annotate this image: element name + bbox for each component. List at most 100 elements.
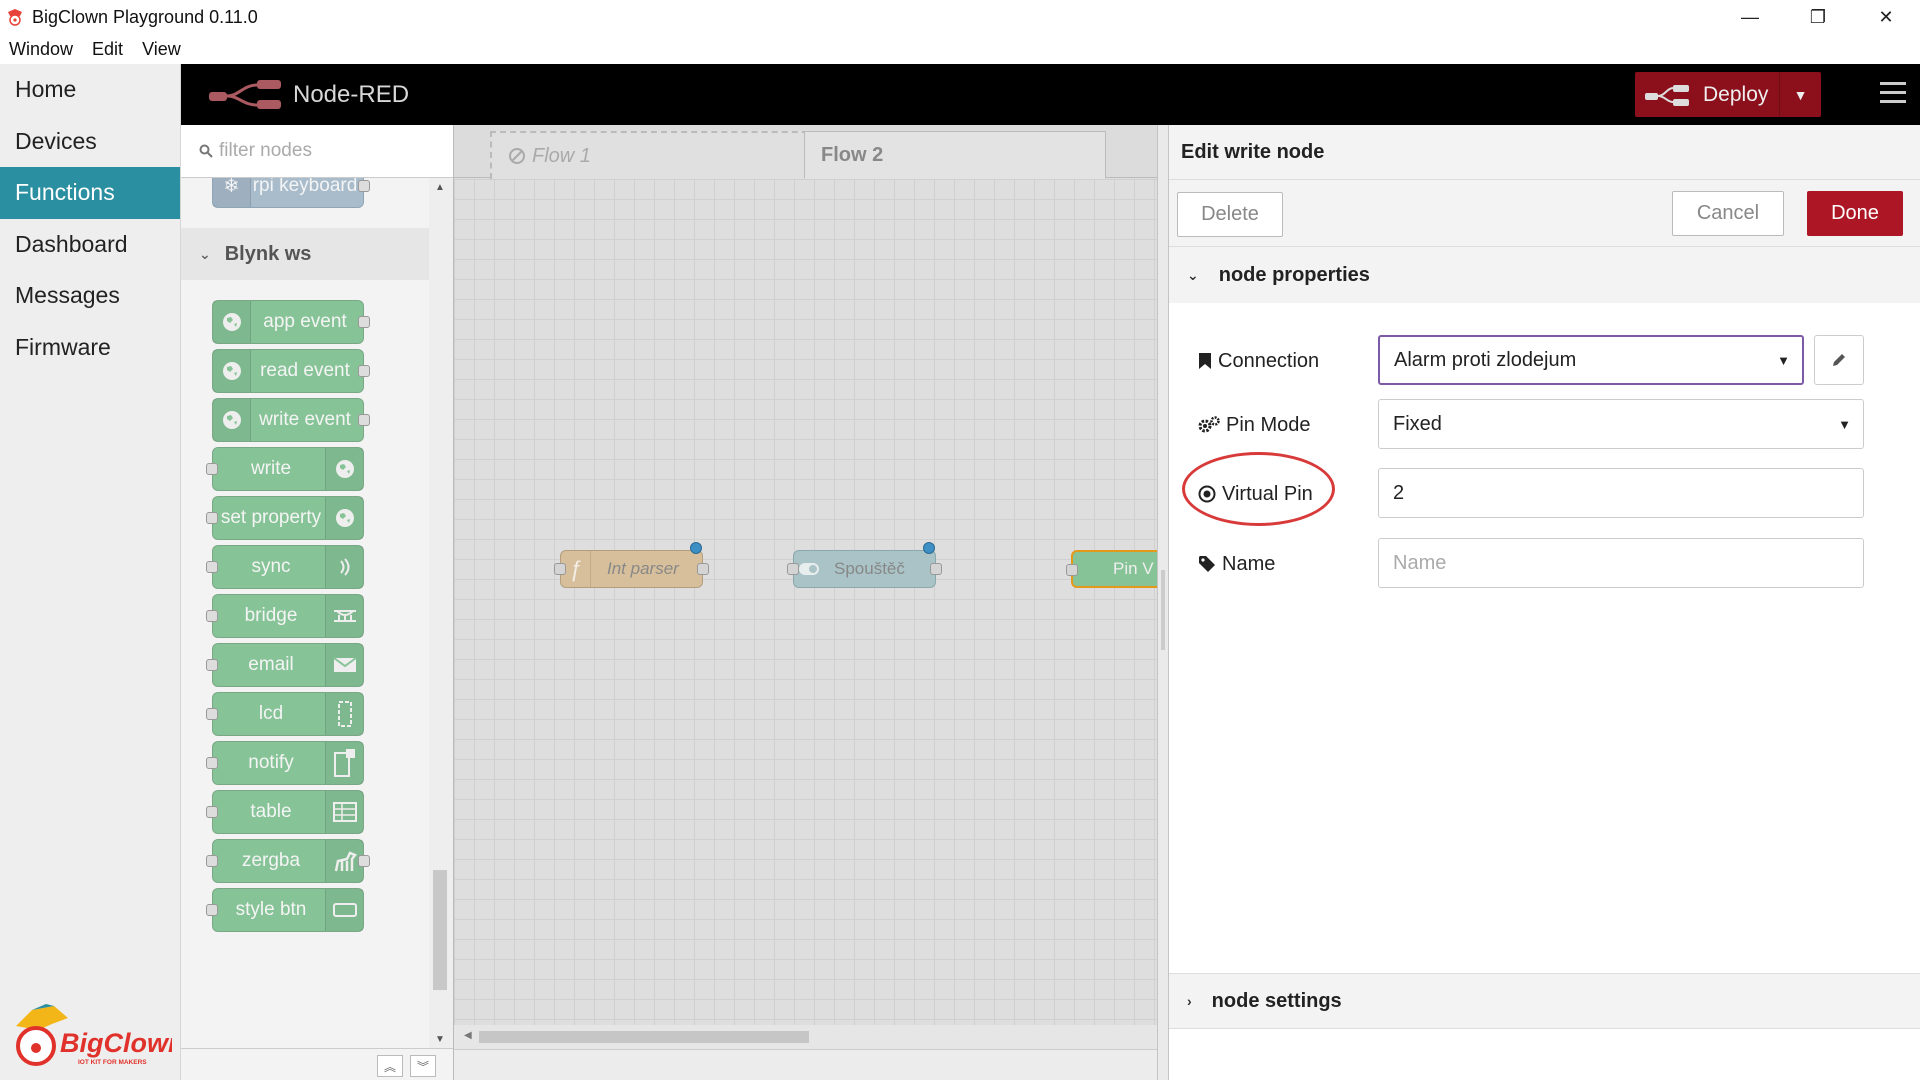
palette-node-set-property[interactable]: set property bbox=[206, 496, 364, 540]
nav-dashboard[interactable]: Dashboard bbox=[0, 219, 180, 271]
table-icon bbox=[325, 791, 363, 833]
virtual-pin-input[interactable]: 2 bbox=[1378, 468, 1864, 518]
section-node-settings[interactable]: › node settings bbox=[1169, 973, 1920, 1029]
deploy-button[interactable]: Deploy ▼ bbox=[1635, 72, 1821, 117]
row-pin-mode: Pin Mode Fixed ▼ bbox=[1198, 399, 1898, 451]
nav-home[interactable]: Home bbox=[0, 64, 180, 116]
workspace-scroll-thumb[interactable] bbox=[479, 1031, 809, 1043]
bridge-icon bbox=[325, 595, 363, 637]
deploy-label: Deploy bbox=[1703, 82, 1769, 106]
input-port bbox=[1066, 564, 1078, 576]
delete-button[interactable]: Delete bbox=[1177, 192, 1283, 237]
edit-node-tray: Edit write node Delete Cancel Done ⌄ nod… bbox=[1169, 125, 1920, 1080]
gears-icon bbox=[1198, 416, 1220, 433]
tab-flow-2[interactable]: Flow 2 bbox=[804, 131, 1106, 179]
output-port bbox=[358, 316, 370, 328]
input-port bbox=[206, 561, 218, 573]
output-port bbox=[358, 180, 370, 192]
palette-node-zergba[interactable]: zergba bbox=[206, 839, 370, 883]
palette-node-style-btn[interactable]: style btn bbox=[206, 888, 364, 932]
input-port bbox=[206, 806, 218, 818]
nodered-header: Node-RED Deploy ▼ bbox=[181, 64, 1920, 125]
bigclown-app-icon bbox=[8, 9, 22, 26]
edit-connection-button[interactable] bbox=[1814, 335, 1864, 385]
palette-footer: ︽ ︾ bbox=[181, 1048, 453, 1080]
flow-node-pin-v[interactable]: Pin V bbox=[1066, 550, 1157, 588]
menu-window[interactable]: Window bbox=[9, 39, 73, 60]
palette-node-write[interactable]: write bbox=[206, 447, 364, 491]
scroll-left-icon[interactable]: ◀ bbox=[464, 1030, 472, 1041]
workspace-grid[interactable]: ƒ Int parser Spouštěč Pin V bbox=[454, 179, 1157, 1025]
nav-messages[interactable]: Messages bbox=[0, 270, 180, 322]
pin-mode-label: Pin Mode bbox=[1198, 399, 1311, 451]
globe-icon bbox=[213, 301, 251, 343]
palette-node-sync[interactable]: sync bbox=[206, 545, 364, 589]
output-port bbox=[358, 855, 370, 867]
pencil-icon bbox=[1833, 354, 1845, 366]
palette-node-rpi-keyboard[interactable]: ❄ rpi keyboard bbox=[212, 178, 370, 208]
section-node-properties[interactable]: ⌄ node properties bbox=[1169, 247, 1920, 303]
close-button[interactable]: ✕ bbox=[1852, 0, 1920, 34]
palette-node-bridge[interactable]: bridge bbox=[206, 594, 364, 638]
deploy-icon bbox=[1645, 84, 1689, 106]
palette-node-lcd[interactable]: lcd bbox=[206, 692, 364, 736]
keyboard-icon: ❄ bbox=[213, 178, 251, 207]
sidebar-resize-handle[interactable] bbox=[1157, 125, 1169, 1080]
restore-button[interactable]: ❐ bbox=[1784, 0, 1852, 34]
menu-view[interactable]: View bbox=[142, 39, 181, 60]
window-controls: — ❐ ✕ bbox=[1716, 0, 1920, 34]
window-titlebar: BigClown Playground 0.11.0 — ❐ ✕ bbox=[0, 0, 1920, 34]
envelope-icon bbox=[325, 644, 363, 686]
app-sidebar: Home Devices Functions Dashboard Message… bbox=[0, 64, 181, 1080]
pin-mode-select[interactable]: Fixed ▼ bbox=[1378, 399, 1864, 449]
globe-icon bbox=[325, 497, 363, 539]
expand-all-icon[interactable]: ︾ bbox=[410, 1055, 436, 1077]
nav-firmware[interactable]: Firmware bbox=[0, 322, 180, 374]
connection-select[interactable]: Alarm proti zlodejum ▼ bbox=[1378, 335, 1804, 385]
scroll-up-icon[interactable]: ▲ bbox=[435, 182, 445, 193]
output-port bbox=[930, 563, 942, 575]
main-menu-icon[interactable] bbox=[1880, 82, 1906, 104]
lcd-icon bbox=[325, 693, 363, 735]
input-port bbox=[206, 659, 218, 671]
nav-functions[interactable]: Functions bbox=[0, 167, 180, 219]
palette-category-blynk-ws[interactable]: ⌄ Blynk ws bbox=[181, 228, 429, 280]
output-port bbox=[358, 365, 370, 377]
output-port bbox=[358, 414, 370, 426]
palette-node-read-event[interactable]: read event bbox=[212, 349, 370, 393]
minimize-button[interactable]: — bbox=[1716, 0, 1784, 34]
menu-edit[interactable]: Edit bbox=[92, 39, 123, 60]
bigclown-logo: BigClown IOT KIT FOR MAKERS bbox=[16, 1004, 172, 1066]
name-label: Name bbox=[1198, 538, 1275, 590]
workspace-hscrollbar[interactable]: ◀ bbox=[454, 1025, 1157, 1049]
chevron-down-icon: ⌄ bbox=[1187, 266, 1199, 283]
palette-scroll-thumb[interactable] bbox=[433, 870, 447, 990]
flow-node-int-parser[interactable]: ƒ Int parser bbox=[554, 542, 709, 588]
dropdown-arrow-icon: ▼ bbox=[1838, 416, 1851, 432]
flow-node-spoustec[interactable]: Spouštěč bbox=[787, 542, 942, 588]
palette-node-app-event[interactable]: app event bbox=[212, 300, 370, 344]
menubar: Window Edit View bbox=[0, 34, 1920, 64]
input-port bbox=[206, 757, 218, 769]
cancel-button[interactable]: Cancel bbox=[1672, 191, 1784, 236]
collapse-all-icon[interactable]: ︽ bbox=[377, 1055, 403, 1077]
input-port bbox=[206, 708, 218, 720]
done-button[interactable]: Done bbox=[1807, 191, 1903, 236]
deploy-dropdown-caret-icon[interactable]: ▼ bbox=[1779, 72, 1821, 117]
palette-node-write-event[interactable]: write event bbox=[212, 398, 370, 442]
input-port bbox=[206, 463, 218, 475]
nav-devices[interactable]: Devices bbox=[0, 116, 180, 168]
palette-filter[interactable]: filter nodes bbox=[181, 125, 453, 178]
chevron-down-icon: ⌄ bbox=[199, 245, 211, 262]
palette-node-email[interactable]: email bbox=[206, 643, 364, 687]
name-input[interactable]: Name bbox=[1378, 538, 1864, 588]
input-port bbox=[787, 563, 799, 575]
scroll-down-icon[interactable]: ▼ bbox=[435, 1034, 445, 1045]
palette-node-notify[interactable]: notify bbox=[206, 741, 364, 785]
workspace-footer bbox=[454, 1049, 1157, 1080]
search-icon bbox=[199, 144, 213, 158]
row-name: Name Name bbox=[1198, 538, 1898, 590]
palette-scrollbar[interactable]: ▲ ▼ bbox=[429, 178, 453, 1048]
palette-node-table[interactable]: table bbox=[206, 790, 364, 834]
tab-flow-1[interactable]: Flow 1 bbox=[490, 131, 828, 179]
